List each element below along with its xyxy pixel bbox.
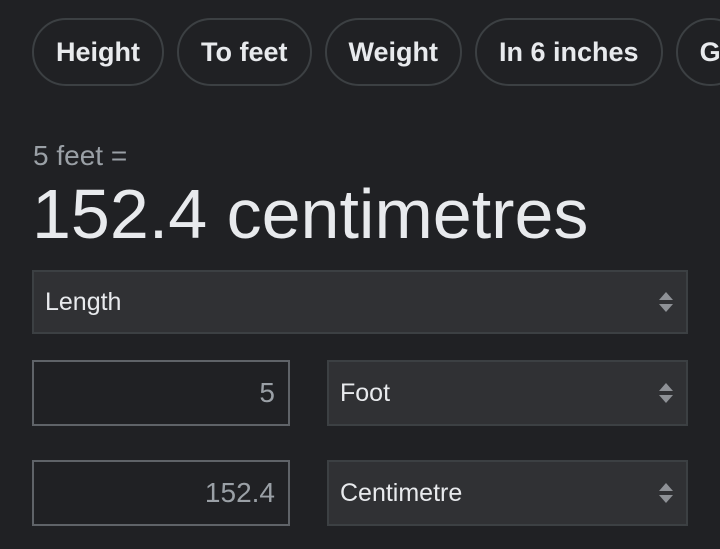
up-down-caret-icon — [659, 292, 673, 312]
chip-to-feet[interactable]: To feet — [177, 18, 312, 86]
up-down-caret-icon — [659, 483, 673, 503]
from-unit-value: Foot — [340, 378, 391, 407]
equation-result: 152.4 centimetres — [32, 175, 589, 253]
chip-in-6-inches[interactable]: In 6 inches — [475, 18, 663, 86]
from-unit-select[interactable]: Foot — [327, 360, 688, 426]
up-down-caret-icon — [659, 383, 673, 403]
category-select[interactable]: Length — [32, 270, 688, 334]
from-value-input[interactable]: 5 — [32, 360, 290, 426]
from-value-text: 5 — [259, 377, 275, 408]
chip-g[interactable]: G — [675, 18, 720, 86]
to-value-input[interactable]: 152.4 — [32, 460, 290, 526]
chip-weight[interactable]: Weight — [324, 18, 462, 86]
to-unit-select[interactable]: Centimetre — [327, 460, 688, 526]
equation-lhs: 5 feet = — [33, 140, 128, 171]
category-select-value: Length — [45, 287, 122, 316]
chip-height[interactable]: Height — [32, 18, 164, 86]
to-value-text: 152.4 — [204, 477, 275, 508]
suggestion-chips: Height To feet Weight In 6 inches G — [32, 18, 720, 86]
to-unit-value: Centimetre — [340, 478, 463, 507]
